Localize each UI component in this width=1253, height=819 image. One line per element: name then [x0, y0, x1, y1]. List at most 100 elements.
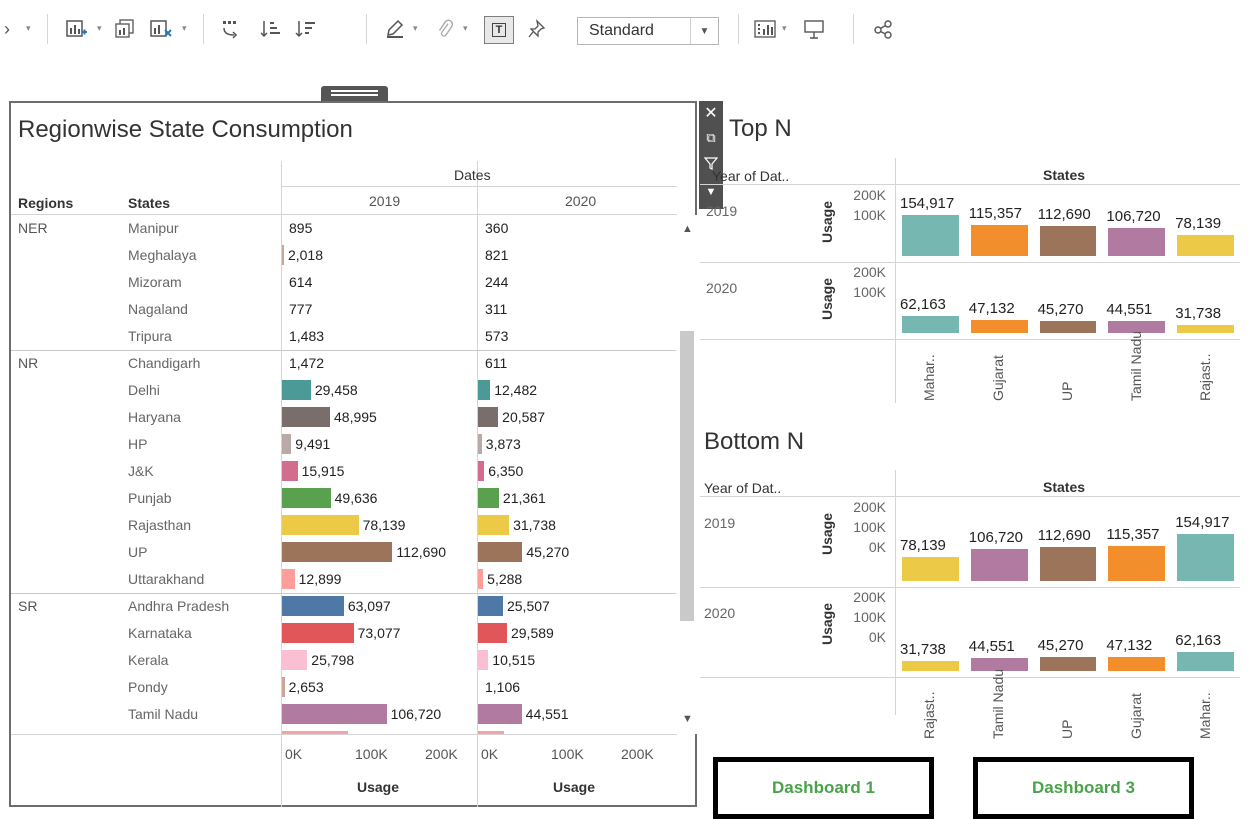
- usage-bar[interactable]: [282, 434, 292, 454]
- table-row[interactable]: J&K 15,915 6,350: [11, 458, 676, 485]
- usage-bar[interactable]: [282, 461, 298, 481]
- usage-bar[interactable]: [282, 245, 284, 265]
- table-row[interactable]: Kerala 25,798 10,515: [11, 647, 676, 674]
- bar-mark[interactable]: [1108, 656, 1166, 671]
- scroll-thumb[interactable]: [680, 331, 694, 621]
- highlight-dropdown-icon[interactable]: ▾: [413, 23, 418, 34]
- x-category-label[interactable]: UP: [1059, 382, 1075, 401]
- top-n-year-header[interactable]: Year of Dat..: [712, 168, 789, 184]
- bar-mark[interactable]: [1039, 657, 1097, 671]
- vertical-scrollbar[interactable]: ▲ ▼: [677, 215, 697, 734]
- usage-bar[interactable]: [282, 380, 311, 400]
- scroll-up-icon[interactable]: ▲: [682, 223, 693, 235]
- x-category-label[interactable]: Rajast..: [921, 692, 937, 739]
- close-icon[interactable]: ✕: [699, 103, 723, 123]
- bar-mark[interactable]: [1039, 546, 1097, 581]
- clear-sheet-dropdown-icon[interactable]: ▾: [182, 23, 187, 34]
- usage-bar[interactable]: [478, 650, 489, 670]
- share-icon[interactable]: [870, 14, 896, 44]
- table-row[interactable]: SR Andhra Pradesh 63,097 25,507: [11, 593, 676, 620]
- paperclip-dropdown-icon[interactable]: ▾: [463, 23, 468, 34]
- add-chart-icon[interactable]: [62, 14, 92, 44]
- regionwise-panel[interactable]: Regionwise State Consumption Dates Regio…: [9, 101, 697, 807]
- table-row[interactable]: Karnataka 73,077 29,589: [11, 620, 676, 647]
- show-me-icon[interactable]: [752, 14, 778, 44]
- bar-mark[interactable]: [970, 320, 1028, 333]
- sort-descending-icon[interactable]: [291, 14, 321, 44]
- bar-mark[interactable]: [1177, 324, 1234, 333]
- table-row[interactable]: Delhi 29,458 12,482: [11, 377, 676, 404]
- sort-ascending-icon[interactable]: [256, 14, 286, 44]
- table-row[interactable]: HP 9,491 3,873: [11, 431, 676, 458]
- year-label[interactable]: 2020: [706, 280, 737, 296]
- x-category-label[interactable]: Gujarat: [990, 355, 1006, 401]
- bar-mark[interactable]: [970, 548, 1028, 581]
- usage-bar[interactable]: [282, 569, 295, 589]
- bar-mark[interactable]: [1108, 227, 1166, 256]
- year-label[interactable]: 2020: [704, 605, 735, 621]
- table-row[interactable]: Rajasthan 78,139 31,738: [11, 512, 676, 539]
- table-row[interactable]: Mizoram 614 244: [11, 269, 676, 296]
- x-category-label[interactable]: Tamil Nadu: [1128, 331, 1144, 401]
- paperclip-icon[interactable]: [433, 14, 457, 44]
- bar-mark[interactable]: [902, 214, 959, 256]
- clear-sheet-icon[interactable]: [147, 14, 177, 44]
- show-me-dropdown-icon[interactable]: ▾: [782, 23, 787, 34]
- table-row[interactable]: Punjab 49,636 21,361: [11, 485, 676, 512]
- redo-dropdown-icon[interactable]: ▾: [26, 23, 31, 34]
- table-row[interactable]: Uttarakhand 12,899 5,288: [11, 566, 676, 593]
- bar-mark[interactable]: [1039, 320, 1097, 333]
- bar-mark[interactable]: [1039, 225, 1097, 256]
- duplicate-sheet-icon[interactable]: [110, 14, 140, 44]
- year-label[interactable]: 2019: [704, 515, 735, 531]
- chevron-down-icon[interactable]: ▼: [690, 18, 718, 44]
- usage-bar[interactable]: [282, 677, 285, 697]
- usage-bar[interactable]: [282, 596, 344, 616]
- highlight-icon[interactable]: [384, 14, 408, 44]
- table-row[interactable]: NR Chandigarh 1,472 611: [11, 350, 676, 377]
- usage-bar[interactable]: [282, 515, 359, 535]
- presentation-icon[interactable]: [800, 14, 828, 44]
- fit-select[interactable]: Standard ▼: [577, 17, 719, 45]
- states-header[interactable]: States: [128, 195, 170, 211]
- x-category-label[interactable]: Mahar..: [921, 354, 937, 401]
- x-category-label[interactable]: Mahar..: [1197, 692, 1213, 739]
- usage-bar[interactable]: [478, 407, 499, 427]
- usage-bar[interactable]: [282, 407, 330, 427]
- scroll-down-icon[interactable]: ▼: [682, 713, 693, 725]
- table-row[interactable]: UP 112,690 45,270: [11, 539, 676, 566]
- usage-bar[interactable]: [282, 623, 354, 643]
- usage-bar[interactable]: [282, 650, 308, 670]
- usage-bar[interactable]: [282, 488, 331, 508]
- usage-bar[interactable]: [478, 569, 484, 589]
- usage-bar[interactable]: [478, 542, 523, 562]
- usage-bar[interactable]: [478, 488, 499, 508]
- bottom-n-year-header[interactable]: Year of Dat..: [704, 480, 781, 496]
- usage-bar[interactable]: [282, 704, 387, 724]
- bar-mark[interactable]: [1108, 546, 1166, 581]
- usage-bar[interactable]: [478, 434, 482, 454]
- popout-icon[interactable]: ⧉: [699, 130, 723, 146]
- x-category-label[interactable]: Rajast..: [1197, 354, 1213, 401]
- bar-mark[interactable]: [902, 316, 959, 333]
- usage-bar[interactable]: [478, 515, 510, 535]
- dashboard-3-button[interactable]: Dashboard 3: [973, 757, 1194, 819]
- bar-mark[interactable]: [1177, 534, 1234, 581]
- table-row[interactable]: Tripura 1,483 573: [11, 323, 676, 350]
- bar-mark[interactable]: [1177, 652, 1234, 671]
- x-category-label[interactable]: Gujarat: [1128, 693, 1144, 739]
- bottom-n-states-header[interactable]: States: [1043, 479, 1085, 495]
- table-row[interactable]: NER Manipur 895 360: [11, 215, 676, 242]
- x-category-label[interactable]: Tamil Nadu: [990, 669, 1006, 739]
- redo-icon[interactable]: ›: [0, 14, 14, 44]
- table-row[interactable]: Pondy 2,653 1,106: [11, 674, 676, 701]
- dashboard-1-button[interactable]: Dashboard 1: [713, 757, 934, 819]
- more-options-icon[interactable]: ▼: [699, 186, 723, 198]
- table-row[interactable]: Nagaland 777 311: [11, 296, 676, 323]
- table-row[interactable]: Tamil Nadu 106,720 44,551: [11, 701, 676, 728]
- regions-header[interactable]: Regions: [18, 195, 73, 211]
- bar-mark[interactable]: [1177, 235, 1234, 256]
- usage-bar[interactable]: [478, 623, 507, 643]
- usage-bar[interactable]: [478, 596, 503, 616]
- pin-icon[interactable]: [525, 14, 549, 44]
